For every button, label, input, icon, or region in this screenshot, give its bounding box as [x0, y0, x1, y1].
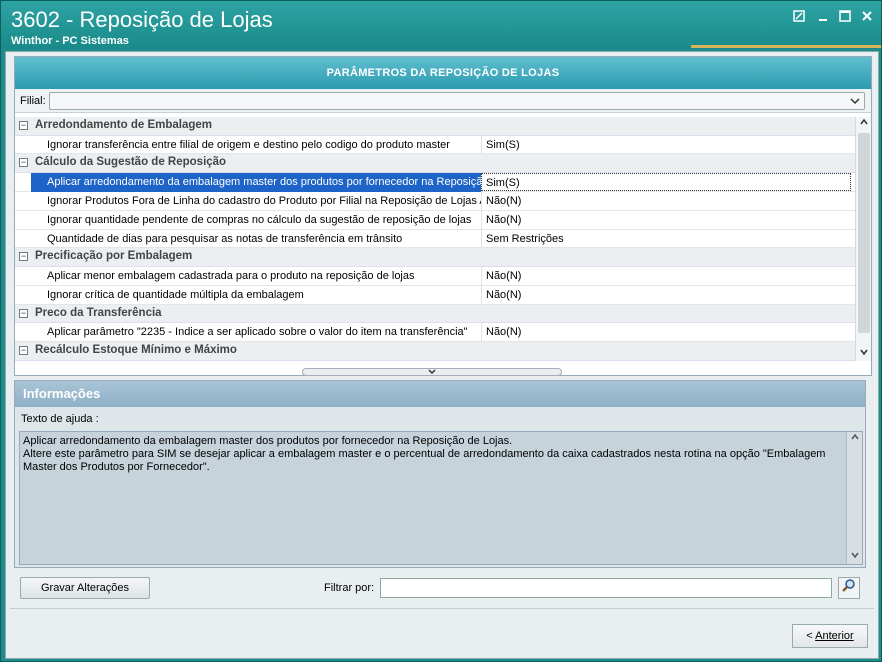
collapse-icon[interactable]: − — [19, 252, 28, 262]
grid-row-label: Ignorar transferência entre filial de or… — [47, 138, 450, 151]
grid-category[interactable]: − Recálculo Estoque Mínimo e Máximo — [15, 342, 855, 361]
minimize-icon[interactable] — [815, 9, 831, 25]
help-scroll-down-icon[interactable] — [847, 550, 863, 564]
grid-scrollbar[interactable] — [855, 117, 871, 361]
client-area: PARÂMETROS DA REPOSIÇÃO DE LOJAS Filial:… — [5, 51, 879, 659]
app-window: 3602 - Reposição de Lojas Winthor - PC S… — [0, 0, 882, 662]
grid-row-value[interactable]: Não(N) — [481, 285, 851, 304]
grid-row-label: Aplicar arredondamento da embalagem mast… — [31, 173, 481, 192]
help-line-1: Aplicar arredondamento da embalagem mast… — [23, 435, 513, 447]
grid-category[interactable]: − Precificação por Embalagem — [15, 248, 855, 268]
collapse-icon[interactable]: − — [19, 121, 28, 130]
grid-category-label: Cálculo da Sugestão de Reposição — [35, 156, 227, 169]
help-text-box[interactable]: Aplicar arredondamento da embalagem mast… — [19, 431, 863, 565]
filial-row: Filial: — [15, 89, 871, 113]
save-changes-button[interactable]: Gravar Alterações — [20, 577, 150, 599]
splitter-chevron-icon — [428, 369, 436, 375]
filial-select[interactable] — [49, 92, 865, 110]
scroll-up-icon[interactable] — [856, 117, 872, 131]
info-header: Informações — [15, 381, 865, 407]
chevron-down-icon[interactable] — [849, 94, 861, 111]
grid-row[interactable]: Ignorar Produtos Fora de Linha do cadast… — [15, 191, 855, 211]
title-accent-line — [691, 45, 881, 48]
grid-row-value[interactable]: Sim(S) — [481, 135, 851, 154]
grid-row-label: Quantidade de dias para pesquisar as not… — [47, 232, 403, 245]
help-line-2: Altere este parâmetro para SIM se deseja… — [23, 448, 826, 473]
close-icon[interactable] — [859, 9, 875, 25]
grid-row[interactable]: Aplicar parâmetro "2235 - Indice a ser a… — [15, 323, 855, 343]
grid-row[interactable]: Ignorar quantidade pendente de compras n… — [15, 210, 855, 230]
maximize-icon[interactable] — [837, 9, 853, 25]
previous-button-prefix: < — [806, 630, 816, 642]
grid-category[interactable]: − Cálculo da Sugestão de Reposição — [15, 154, 855, 174]
parameters-header: PARÂMETROS DA REPOSIÇÃO DE LOJAS — [15, 57, 871, 89]
parameters-grid: − Arredondamento de Embalagem Ignorar tran… — [15, 117, 855, 361]
previous-button-label: Anterior — [815, 630, 854, 642]
filter-input[interactable] — [380, 578, 832, 598]
collapse-icon[interactable]: − — [19, 346, 28, 356]
help-scrollbar[interactable] — [846, 432, 862, 564]
scroll-thumb[interactable] — [858, 133, 870, 333]
grid-row-value[interactable]: Não(N) — [481, 210, 851, 229]
grid-category-label: Precificação por Embalagem — [35, 250, 193, 263]
separator — [10, 608, 874, 609]
help-text-label: Texto de ajuda : — [21, 413, 99, 425]
grid-category-label: Arredondamento de Embalagem — [35, 119, 213, 131]
previous-button[interactable]: < Anterior — [792, 624, 868, 648]
grid-row-value[interactable]: Sem Restrições — [481, 229, 851, 248]
collapse-icon[interactable]: − — [19, 308, 28, 318]
grid-category[interactable]: − Arredondamento de Embalagem — [15, 117, 855, 136]
grid-row-value[interactable]: Não(N) — [481, 267, 851, 285]
filter-label: Filtrar por: — [324, 582, 375, 594]
grid-row[interactable]: Ignorar crítica de quantidade múltipla d… — [15, 285, 855, 305]
help-scroll-up-icon[interactable] — [847, 432, 863, 446]
grid-row[interactable]: Quantidade de dias para pesquisar as not… — [15, 229, 855, 249]
scroll-down-icon[interactable] — [856, 347, 872, 361]
title-bar: 3602 - Reposição de Lojas Winthor - PC S… — [1, 1, 881, 49]
window-title: 3602 - Reposição de Lojas — [11, 7, 273, 32]
grid-category-label: Recálculo Estoque Mínimo e Máximo — [35, 344, 237, 357]
info-panel: Informações Texto de ajuda : Aplicar arr… — [14, 380, 866, 568]
grid-row-label: Aplicar parâmetro "2235 - Indice a ser a… — [47, 326, 468, 339]
grid-row-value[interactable]: Não(N) — [481, 323, 851, 342]
grid-category-label: Preco da Transferência — [35, 306, 162, 319]
grid-row-value[interactable]: Sim(S) — [481, 173, 851, 191]
grid-row[interactable]: Aplicar menor embalagem cadastrada para … — [15, 267, 855, 286]
grid-row-label: Ignorar quantidade pendente de compras n… — [47, 213, 472, 226]
grid-row-label: Ignorar crítica de quantidade múltipla d… — [47, 288, 304, 301]
parameters-panel: PARÂMETROS DA REPOSIÇÃO DE LOJAS Filial:… — [14, 56, 872, 376]
window-subtitle: Winthor - PC Sistemas — [11, 35, 129, 47]
bottom-toolbar: Gravar Alterações Filtrar por: — [14, 572, 872, 606]
grid-row[interactable]: Ignorar transferência entre filial de or… — [15, 135, 855, 155]
grid-row-label: Ignorar Produtos Fora de Linha do cadast… — [47, 194, 481, 207]
grid-row-value[interactable]: Não(N) — [481, 191, 851, 210]
grid-row[interactable]: Aplicar arredondamento da embalagem mast… — [15, 173, 855, 192]
filial-label: Filial: — [20, 95, 46, 107]
grid-row-label: Aplicar menor embalagem cadastrada para … — [47, 270, 415, 283]
panel-splitter[interactable] — [302, 368, 562, 376]
grid-category[interactable]: − Preco da Transferência — [15, 304, 855, 324]
restore-icon[interactable] — [791, 9, 807, 25]
search-icon[interactable] — [838, 577, 860, 599]
collapse-icon[interactable]: − — [19, 158, 28, 168]
